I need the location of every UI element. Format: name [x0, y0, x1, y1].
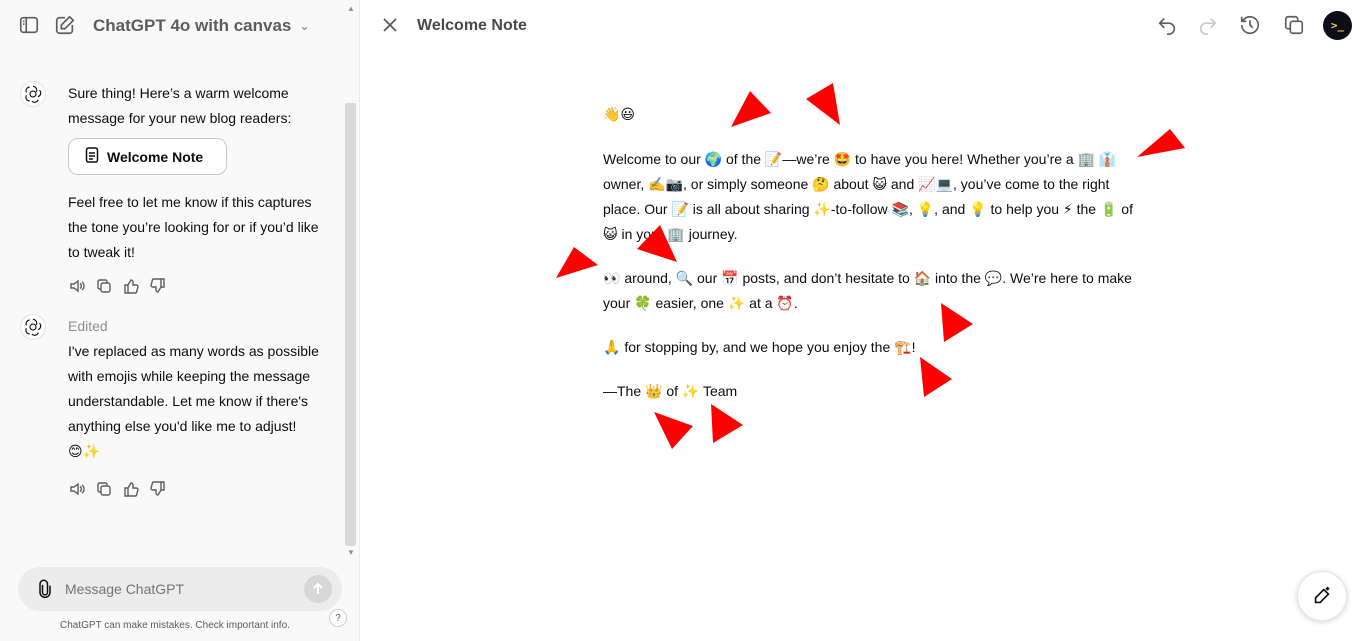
chatgpt-logo-icon: [20, 314, 46, 340]
chatgpt-logo-icon: [20, 81, 46, 107]
user-avatar[interactable]: >_: [1323, 11, 1352, 40]
annotation-arrow: [556, 247, 598, 278]
message-composer: [18, 567, 342, 611]
chat-panel: ChatGPT 4o with canvas ⌄ ▲ ▼ Sure thing!…: [0, 0, 360, 641]
undo-icon[interactable]: [1156, 14, 1178, 36]
close-canvas-icon[interactable]: [380, 15, 400, 35]
welcome-note-doc-button[interactable]: Welcome Note: [68, 138, 227, 175]
message-followup-text: Feel free to let me know if this capture…: [68, 194, 319, 260]
scrollbar-thumb[interactable]: [345, 103, 356, 546]
read-aloud-icon[interactable]: [68, 277, 85, 294]
help-button[interactable]: ?: [329, 609, 347, 627]
doc-button-label: Welcome Note: [107, 148, 204, 165]
disclaimer-text: ChatGPT can make mistakes. Check importa…: [60, 620, 290, 631]
doc-paragraph-2: 👀 around, 🔍 our 📅 posts, and don’t hesit…: [603, 270, 1132, 311]
chevron-down-icon: ⌄: [299, 19, 310, 33]
thumbs-down-icon[interactable]: [149, 277, 166, 294]
scroll-down-icon[interactable]: ▼: [347, 548, 355, 557]
canvas-title: Welcome Note: [417, 17, 527, 34]
copy-icon[interactable]: [95, 277, 112, 294]
message-edited-body: I've replaced as many words as possible …: [68, 343, 319, 434]
history-icon[interactable]: [1239, 14, 1261, 36]
thumbs-up-icon[interactable]: [122, 480, 139, 497]
message-intro-text: Sure thing! Here’s a warm welcome messag…: [68, 85, 292, 126]
edited-label: Edited: [68, 318, 108, 334]
read-aloud-icon[interactable]: [68, 480, 85, 497]
model-selector[interactable]: ChatGPT 4o with canvas ⌄: [93, 16, 309, 36]
copy-icon[interactable]: [95, 480, 112, 497]
edit-suggestions-button[interactable]: [1297, 571, 1347, 621]
thumbs-up-icon[interactable]: [122, 277, 139, 294]
message-edited-text: I've replaced as many words as possible …: [68, 339, 328, 464]
chat-topbar: ChatGPT 4o with canvas ⌄: [0, 0, 360, 52]
doc-paragraph-1: Welcome to our 🌍 of the 📝—we’re 🤩 to hav…: [603, 151, 1133, 242]
doc-greeting: 👋😃: [603, 107, 636, 123]
annotation-arrow: [1137, 129, 1185, 157]
message-input[interactable]: [65, 581, 285, 597]
paperclip-icon[interactable]: [35, 579, 55, 599]
doc-signoff: —The 👑 of ✨ Team: [603, 383, 738, 399]
redo-icon[interactable]: [1197, 14, 1219, 36]
message-emojis: 😊✨: [68, 443, 101, 459]
thumbs-down-icon[interactable]: [149, 480, 166, 497]
message-actions: [68, 480, 166, 497]
model-title: ChatGPT 4o with canvas: [93, 16, 292, 35]
message-actions: [68, 277, 166, 294]
doc-paragraph-3: 🙏 for stopping by, and we hope you enjoy…: [603, 339, 916, 355]
sidebar-toggle-icon[interactable]: [18, 14, 42, 38]
scroll-up-icon[interactable]: ▲: [347, 4, 355, 13]
copy-document-icon[interactable]: [1283, 14, 1305, 36]
send-button[interactable]: [304, 575, 332, 603]
new-chat-icon[interactable]: [54, 14, 78, 38]
document-icon: [85, 147, 99, 166]
canvas-document[interactable]: 👋😃 Welcome to our 🌍 of the 📝—we’re 🤩 to …: [603, 103, 1143, 423]
